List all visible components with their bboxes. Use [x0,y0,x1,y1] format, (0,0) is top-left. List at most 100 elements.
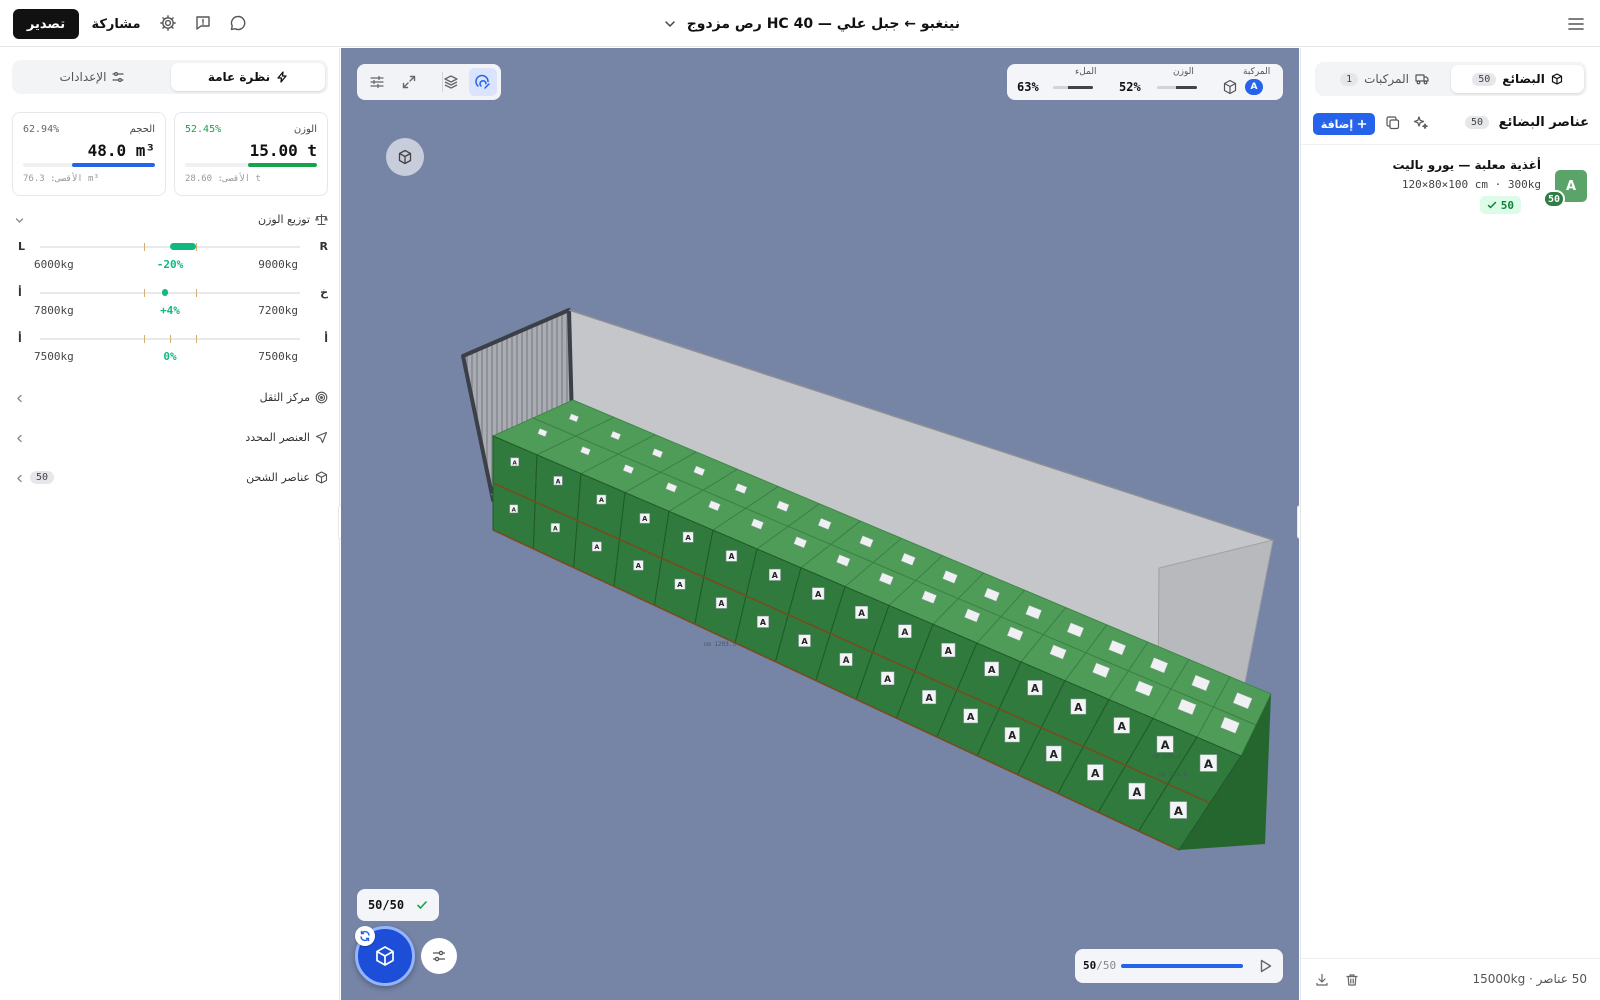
dist-track [40,289,300,297]
shipment-items-title: عناصر الشحن [246,471,310,484]
metrics-bar: المركبة A الوزن 52% الملء 63% [1007,64,1283,100]
cargo-item-row[interactable]: A 50 أغذية معلبة — يورو باليت 120×80×100… [1315,156,1587,224]
playback-total: /50 [1096,959,1117,972]
chevron-down-icon[interactable] [14,215,25,226]
target-icon [315,391,328,404]
right-panel: البضائع 50 المركبات 1 عناصر البضائع 50 إ… [1300,48,1600,1000]
dist-percent: 0% [163,350,177,363]
weight-stat-percent: 52.45% [185,124,222,135]
metric-weight-bar [1157,86,1197,89]
download-icon[interactable] [1315,973,1329,987]
cube-icon [397,149,413,165]
box-label-text: A [901,628,908,638]
chevron-down-icon[interactable] [663,17,677,31]
volume-stat-bar [23,163,155,167]
weight-stat-card: الوزن 52.45% 15.00 t الأقصى: 28.60 t [174,112,328,196]
dist-end-left: أ [18,332,22,345]
volume-stat-value: 48.0 m³ [87,141,155,160]
box-label-text: A [1074,702,1083,714]
pack-options-button[interactable] [421,938,457,974]
box-label-text: A [729,552,735,561]
vehicle-letter-badge[interactable]: A [1245,79,1263,95]
sliders-icon [432,949,446,963]
refresh-icon [359,930,371,942]
sparkles-icon[interactable] [1413,115,1429,131]
cargo-item-weight: 300kg [1507,178,1541,191]
volume-stat-max: الأقصى: 76.3 m³ [23,174,99,184]
volume-stat-card: الحجم 62.94% 48.0 m³ الأقصى: 76.3 m³ [12,112,166,196]
box-label-text: A [553,525,558,532]
view-settings-tool[interactable] [363,68,391,96]
box-label-text: A [1117,720,1126,733]
playback-count: 50/50 [1083,959,1116,972]
gear-icon[interactable] [159,14,177,32]
chevron-left-icon[interactable] [14,393,25,404]
feedback-icon[interactable] [194,14,212,32]
tab-vehicles-label: المركبات [1364,72,1409,86]
box-label-text: A [815,589,822,599]
dim-label-length: 1203.5 cm [703,641,736,648]
tab-cargo-label: البضائع [1502,72,1545,86]
playback-slider[interactable] [1121,964,1243,968]
box-label-text: A [967,712,975,723]
cargo-item-qty-badge: 50 [1543,190,1565,208]
project-title-group[interactable]: نينغبو ← جبل علي — 40 HC رص مزدوج [660,12,960,36]
box-label-text: A [1204,757,1214,771]
box-label-text: A [512,507,517,513]
shipment-items-section[interactable]: عناصر الشحن 50 [12,468,328,490]
container-scene[interactable]: A A A A A A A A A A A A A A A A A A A A A A A A A A A A A A A A A A 1203.… [341,48,1299,1000]
share-button[interactable]: مشاركة [88,9,144,39]
play-icon[interactable] [1257,958,1273,974]
trash-icon[interactable] [1345,973,1359,987]
top-header: نينغبو ← جبل علي — 40 HC رص مزدوج مشاركة… [0,0,1600,47]
center-of-gravity-section[interactable]: مركز الثقل [12,388,328,410]
tab-overview[interactable]: نظرة عامة [171,63,325,91]
check-icon [416,899,428,911]
dist-tick [144,243,145,251]
metric-fill-bar-fill [1067,86,1093,89]
dist-end-left: أ [18,286,22,299]
cargo-item-meta: 120×80×100 cm · 300kg [1401,178,1541,191]
chat-icon[interactable] [229,14,247,32]
cargo-list-count: 50 [1464,116,1489,129]
box-label-text: A [719,599,725,608]
dist-end-left: L [18,240,26,253]
copy-icon[interactable] [1385,115,1401,131]
tab-settings[interactable]: الإعدادات [15,63,169,91]
check-icon [1487,200,1497,210]
box-icon [1222,79,1238,95]
tab-cargo[interactable]: البضائع 50 [1451,65,1584,93]
project-title: نينغبو ← جبل علي — 40 HC رص مزدوج [686,16,960,32]
fullscreen-tool[interactable] [395,68,423,96]
box-label-text: A [594,543,599,551]
tab-vehicles[interactable]: المركبات 1 [1318,65,1451,93]
tab-overview-label: نظرة عامة [207,70,271,84]
repack-button[interactable] [355,926,375,946]
metric-fill-bar [1053,86,1093,89]
chevron-left-icon[interactable] [14,473,25,484]
lightning-icon [276,71,288,83]
tab-settings-label: الإعدادات [59,70,107,84]
dist-tick [144,335,145,343]
metric-fill-value: 63% [1017,80,1039,94]
box-label-text: A [1174,804,1184,818]
snap-tool[interactable] [469,68,497,96]
box-label-text: A [772,571,779,580]
selected-item-section[interactable]: العنصر المحدد [12,428,328,450]
export-button[interactable]: تصدير [13,9,79,39]
chevron-left-icon[interactable] [14,433,25,444]
center-of-gravity-title: مركز الثقل [259,391,310,404]
box-label-text: A [884,675,891,685]
view-cube-button[interactable] [386,138,424,176]
dist-track [40,335,300,343]
metric-weight-bar-fill [1176,86,1197,89]
weight-distribution-header[interactable]: توزيع الوزن [12,210,328,232]
3d-viewport[interactable]: A A A A A A A A A A A A A A A A A A A A A A A A A A A A A A A A A A 1203.… [341,48,1299,1000]
box-label-text: A [1091,767,1100,780]
shipment-items-count: 50 [30,471,55,484]
menu-icon[interactable] [1566,14,1586,34]
add-cargo-button[interactable]: إضافة [1313,113,1375,135]
cargo-item-packed-badge: 50 [1479,196,1521,214]
box-label-text: A [760,618,767,627]
magnet-icon [475,74,491,90]
